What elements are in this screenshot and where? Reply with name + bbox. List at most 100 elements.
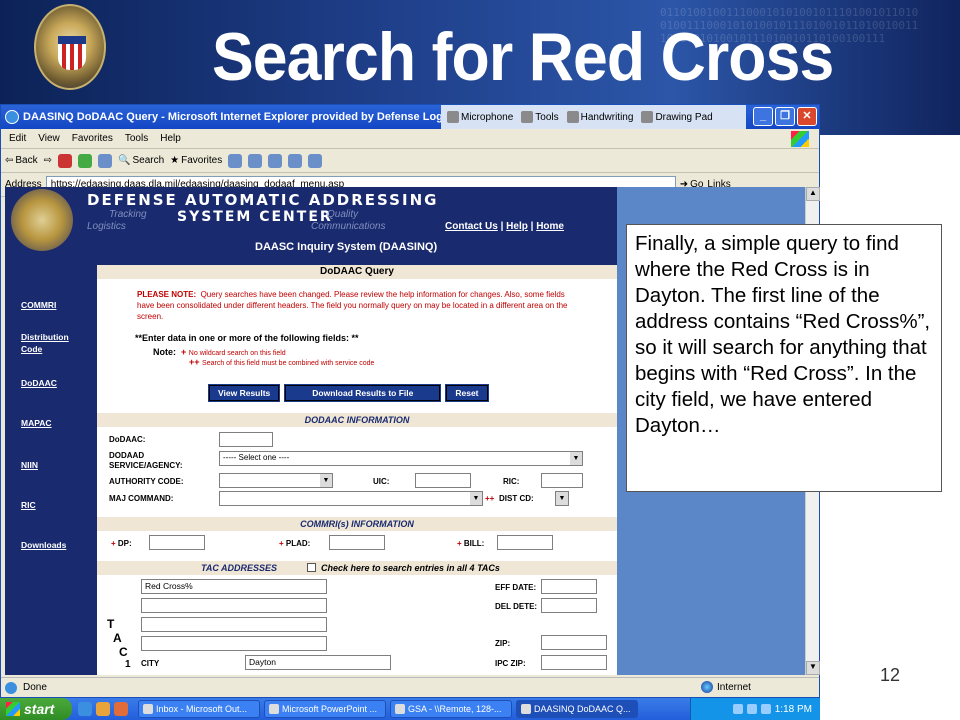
home-icon[interactable]	[98, 153, 113, 168]
del-date-input[interactable]	[541, 598, 597, 613]
maximize-button[interactable]: ❐	[775, 107, 795, 126]
ric-label: RIC:	[503, 477, 520, 486]
discuss-icon[interactable]	[308, 153, 323, 168]
bill-input[interactable]	[497, 535, 553, 550]
download-results-button[interactable]: Download Results to File	[284, 384, 442, 402]
task-gsa-remote[interactable]: GSA - \\Remote, 128-...	[390, 700, 512, 718]
mail-icon[interactable]	[248, 153, 263, 168]
tray-icon[interactable]	[732, 704, 743, 714]
stop-icon[interactable]	[58, 153, 73, 168]
header-faint-quality: Quality	[327, 209, 359, 220]
tac-line2-input[interactable]	[141, 598, 327, 613]
close-button[interactable]: ✕	[797, 107, 817, 126]
slide-title: Search for Red Cross	[212, 19, 834, 95]
scroll-down-icon[interactable]: ▼	[806, 661, 820, 675]
maj-command-select[interactable]	[219, 491, 483, 506]
task-powerpoint[interactable]: Microsoft PowerPoint ...	[264, 700, 386, 718]
tac-line1-input[interactable]: Red Cross%	[141, 579, 327, 594]
home-link[interactable]: Home	[536, 221, 564, 232]
zone-text: Internet	[717, 681, 751, 693]
dist-cd-select[interactable]	[555, 491, 569, 506]
handwriting-button[interactable]: Handwriting	[566, 111, 633, 123]
forward-button[interactable]: ⇨	[44, 155, 52, 166]
nav-distribution-code[interactable]: Distribution Code	[21, 331, 85, 355]
zip-input[interactable]	[541, 635, 607, 650]
ric-input[interactable]	[541, 473, 583, 488]
city-input[interactable]: Dayton	[245, 655, 391, 670]
city-label: CITY	[141, 659, 160, 668]
dist-cd-label: DIST CD:	[499, 494, 534, 503]
authority-code-label: AUTHORITY CODE:	[109, 477, 184, 486]
nav-ric[interactable]: RIC	[21, 499, 36, 511]
nav-niin[interactable]: NIIN	[21, 459, 38, 471]
star-icon: ★	[170, 155, 180, 166]
task-inbox[interactable]: Inbox - Microsoft Out...	[138, 700, 260, 718]
minimize-button[interactable]: _	[753, 107, 773, 126]
history-icon[interactable]	[228, 153, 243, 168]
edit-icon[interactable]	[288, 153, 303, 168]
search-button[interactable]: 🔍 Search	[118, 155, 164, 166]
menu-edit[interactable]: Edit	[9, 133, 26, 144]
outlook-quicklaunch-icon[interactable]	[96, 702, 110, 716]
ipc-zip-input[interactable]	[541, 655, 607, 670]
all-tacs-checkbox[interactable]	[307, 563, 316, 572]
scroll-up-icon[interactable]: ▲	[806, 187, 820, 201]
menu-view[interactable]: View	[38, 133, 60, 144]
favorites-button[interactable]: ★ Favorites	[170, 155, 222, 166]
view-results-button[interactable]: View Results	[207, 384, 281, 402]
dla-seal-logo	[34, 4, 106, 90]
left-nav: COMMRI Distribution Code DoDAAC MAPAC NI…	[5, 265, 97, 675]
service-agency-select[interactable]: ----- Select one ----	[219, 451, 583, 466]
tac-letter-a: A	[113, 631, 122, 645]
start-button[interactable]: start	[0, 698, 72, 720]
plad-input[interactable]	[329, 535, 385, 550]
window-title: DAASINQ DoDAAC Query - Microsoft Interne…	[23, 111, 482, 123]
header-line1: DEFENSE AUTOMATIC ADDRESSING	[87, 191, 439, 209]
uic-input[interactable]	[415, 473, 471, 488]
refresh-icon[interactable]	[78, 153, 93, 168]
search-icon: 🔍	[118, 155, 131, 166]
plad-field-label: + PLAD:	[279, 539, 311, 548]
dodaac-info-header: DODAAC INFORMATION	[97, 413, 617, 427]
eff-date-input[interactable]	[541, 579, 597, 594]
zip-label: ZIP:	[495, 639, 511, 648]
tools-button[interactable]: Tools	[521, 111, 559, 123]
note-plus-text: No wildcard search on this field	[188, 350, 286, 357]
dp-input[interactable]	[149, 535, 205, 550]
help-link[interactable]: Help	[506, 221, 528, 232]
nav-mapac[interactable]: MAPAC	[21, 417, 52, 429]
nav-dodaac[interactable]: DoDAAC	[21, 377, 57, 389]
action-buttons: View Results Download Results to File Re…	[207, 384, 489, 402]
back-button[interactable]: ⇦ Back	[5, 155, 38, 166]
window-titlebar: DAASINQ DoDAAC Query - Microsoft Interne…	[1, 105, 819, 129]
quick-launch	[72, 702, 134, 716]
tray-icon[interactable]	[746, 704, 757, 714]
outlook-icon	[143, 704, 153, 714]
tac-letter-1: 1	[125, 659, 131, 670]
microphone-button[interactable]: Microphone	[447, 111, 513, 123]
maj-command-label: MAJ COMMAND:	[109, 494, 174, 503]
ie-task-icon	[521, 704, 531, 714]
reset-button[interactable]: Reset	[445, 384, 489, 402]
tray-icon[interactable]	[760, 704, 771, 714]
media-quicklaunch-icon[interactable]	[114, 702, 128, 716]
menu-help[interactable]: Help	[160, 133, 181, 144]
ie-quicklaunch-icon[interactable]	[78, 702, 92, 716]
authority-code-select[interactable]	[219, 473, 333, 488]
menu-favorites[interactable]: Favorites	[72, 133, 113, 144]
nav-commri[interactable]: COMMRI	[21, 299, 56, 311]
dodaac-input[interactable]	[219, 432, 273, 447]
uic-label: UIC:	[373, 477, 390, 486]
task-daasinq[interactable]: DAASINQ DoDAAC Q...	[516, 700, 638, 718]
nav-downloads[interactable]: Downloads	[21, 539, 66, 551]
tac-line4-input[interactable]	[141, 636, 327, 651]
drawing-pad-button[interactable]: Drawing Pad	[641, 111, 713, 123]
tac-letter-t: T	[107, 617, 115, 631]
menu-tools[interactable]: Tools	[125, 133, 148, 144]
tac-line3-input[interactable]	[141, 617, 327, 632]
note-double-plus-text: Search of this field must be combined wi…	[202, 360, 375, 367]
system-tray: 1:18 PM	[690, 698, 820, 720]
contact-us-link[interactable]: Contact Us	[445, 221, 498, 232]
callout-box: Finally, a simple query to find where th…	[626, 224, 942, 492]
print-icon[interactable]	[268, 153, 283, 168]
